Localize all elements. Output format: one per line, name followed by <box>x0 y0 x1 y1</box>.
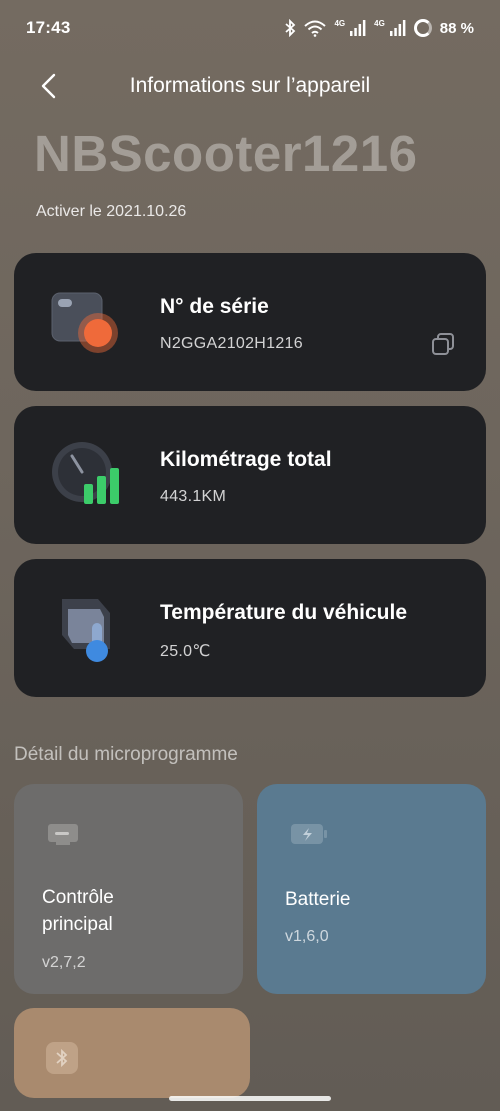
status-icons: 4G 4G 88 % <box>284 19 474 37</box>
copy-button[interactable] <box>428 329 458 359</box>
serial-number-card: N° de série N2GGA2102H1216 <box>14 253 486 391</box>
page-header: Informations sur l’appareil <box>0 60 500 112</box>
signal-icon-2 <box>389 20 406 36</box>
copy-icon <box>432 333 454 355</box>
temperature-title: Température du véhicule <box>160 601 408 624</box>
firmware-battery-version: v1,6,0 <box>285 928 329 945</box>
serial-value: N2GGA2102H1216 <box>160 335 303 352</box>
firmware-main-controller-title-2: principal <box>42 914 113 935</box>
page-title: Informations sur l’appareil <box>129 74 371 97</box>
activation-date: Activer le 2021.10.26 <box>36 203 187 220</box>
firmware-main-controller-card[interactable]: Contrôle principal v2,7,2 <box>14 784 243 994</box>
thermometer-icon <box>48 595 128 665</box>
firmware-main-controller-title-1: Contrôle <box>42 887 114 908</box>
firmware-bluetooth-card[interactable] <box>14 1008 250 1098</box>
back-button[interactable] <box>32 70 64 102</box>
controller-icon <box>46 820 82 848</box>
status-time: 17:43 <box>26 18 71 37</box>
battery-icon-status <box>413 19 432 37</box>
battery-percent: 88 % <box>439 19 474 37</box>
device-name: NBScooter1216 <box>34 125 418 182</box>
temperature-card: Température du véhicule 25.0℃ <box>14 559 486 697</box>
mileage-value: 443.1KM <box>160 488 227 505</box>
temperature-value: 25.0℃ <box>160 643 211 660</box>
firmware-battery-title: Batterie <box>285 889 351 910</box>
bluetooth-status-icon <box>284 19 296 37</box>
wifi-icon <box>304 20 327 37</box>
network-label-1: 4G <box>334 18 346 28</box>
firmware-main-controller-version: v2,7,2 <box>42 954 86 971</box>
network-label-2: 4G <box>374 18 385 28</box>
serial-icon <box>48 289 128 359</box>
gauge-icon <box>48 442 128 512</box>
serial-title: N° de série <box>160 295 269 318</box>
chevron-left-icon <box>41 73 56 99</box>
mileage-title: Kilométrage total <box>160 448 332 471</box>
firmware-section-title: Détail du microprogramme <box>14 744 238 765</box>
firmware-battery-card[interactable]: Batterie v1,6,0 <box>257 784 486 994</box>
battery-icon <box>289 820 327 848</box>
signal-icon-1 <box>350 20 366 36</box>
mileage-card: Kilométrage total 443.1KM <box>14 406 486 544</box>
bluetooth-icon <box>46 1042 78 1074</box>
home-indicator[interactable] <box>169 1096 331 1101</box>
status-bar: 17:43 4G 4G 88 % <box>0 0 500 56</box>
